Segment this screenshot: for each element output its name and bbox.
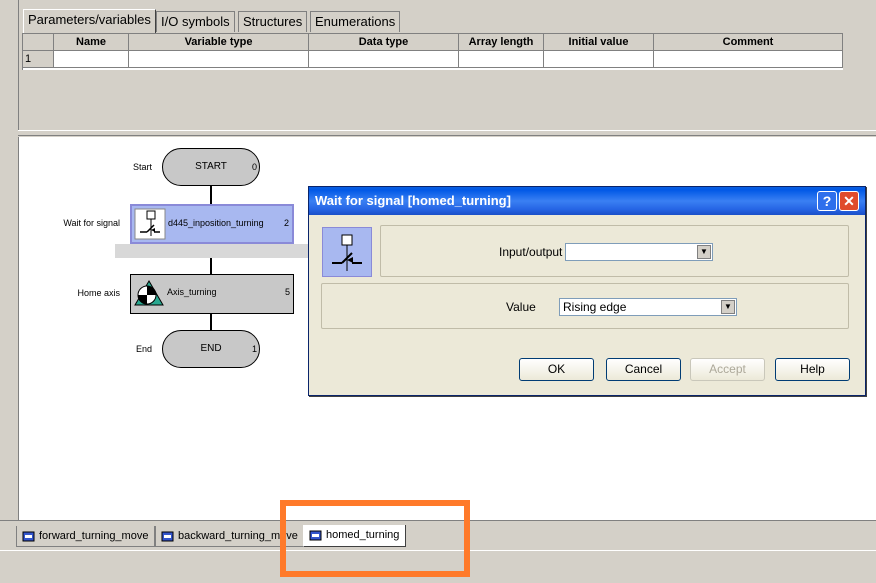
home-axis-icon: [134, 280, 164, 306]
insertion-bar: [115, 244, 315, 258]
dialog-title: Wait for signal [homed_turning]: [315, 193, 511, 208]
connector-line: [210, 186, 212, 206]
wait-step-number: 2: [283, 218, 289, 228]
wait-label: Wait for signal: [63, 218, 120, 228]
ok-button[interactable]: OK: [519, 358, 594, 381]
grid-header-initial-value[interactable]: Initial value: [544, 34, 654, 51]
value-select[interactable]: Rising edge ▼: [559, 298, 737, 316]
help-button[interactable]: Help: [775, 358, 850, 381]
grid-cell-data-type[interactable]: [309, 51, 459, 68]
grid-cell-name[interactable]: [54, 51, 129, 68]
panel-splitter[interactable]: [18, 130, 876, 136]
tab-enumerations[interactable]: Enumerations: [310, 11, 401, 32]
variables-grid[interactable]: Name Variable type Data type Array lengt…: [22, 33, 843, 70]
program-icon: [22, 531, 35, 542]
grid-header-array-length[interactable]: Array length: [459, 34, 544, 51]
home-axis-step[interactable]: Axis_turning 5: [130, 274, 294, 314]
home-label: Home axis: [77, 288, 120, 298]
grid-cell-variable-type[interactable]: [129, 51, 309, 68]
start-label: Start: [132, 162, 152, 172]
start-number: 0: [251, 162, 257, 172]
grid-header-name[interactable]: Name: [54, 34, 129, 51]
home-step-number: 5: [284, 287, 290, 297]
value-label: Value: [506, 300, 536, 314]
accept-button: Accept: [690, 358, 765, 381]
io-select[interactable]: ▼: [565, 243, 713, 261]
program-icon: [161, 531, 174, 542]
tab-parameters-variables[interactable]: Parameters/variables: [23, 9, 156, 33]
end-text: END: [200, 343, 222, 354]
grid-header-rownum: [23, 34, 54, 51]
grid-header-data-type[interactable]: Data type: [309, 34, 459, 51]
wait-for-signal-dialog: Wait for signal [homed_turning] ? ✕ Inpu…: [308, 186, 866, 396]
start-terminal[interactable]: START 0: [162, 148, 260, 186]
wait-step-text: d445_inposition_turning: [168, 218, 264, 228]
wait-for-signal-step[interactable]: d445_inposition_turning 2: [130, 204, 294, 244]
start-text: START: [195, 161, 227, 172]
tab-io-symbols[interactable]: I/O symbols: [156, 11, 235, 32]
tab-label: forward_turning_move: [39, 530, 149, 542]
signal-wait-icon: [134, 208, 166, 240]
grid-cell-array-length[interactable]: [459, 51, 544, 68]
close-icon[interactable]: ✕: [839, 191, 859, 211]
grid-cell-comment[interactable]: [654, 51, 843, 68]
signal-wait-icon: [322, 227, 372, 277]
home-step-text: Axis_turning: [167, 287, 217, 297]
chevron-down-icon[interactable]: ▼: [697, 245, 711, 259]
end-label: End: [135, 344, 152, 354]
grid-row-number: 1: [23, 51, 54, 68]
highlight-box: [280, 500, 470, 577]
value-select-value: Rising edge: [563, 300, 627, 314]
grid-header-comment[interactable]: Comment: [654, 34, 843, 51]
tab-forward-turning-move[interactable]: forward_turning_move: [16, 526, 156, 547]
chevron-down-icon[interactable]: ▼: [721, 300, 735, 314]
end-terminal[interactable]: END 1: [162, 330, 260, 368]
help-icon[interactable]: ?: [817, 191, 837, 211]
end-number: 1: [251, 344, 257, 354]
io-label: Input/output: [499, 245, 563, 259]
tab-structures[interactable]: Structures: [238, 11, 308, 32]
dialog-title-bar[interactable]: Wait for signal [homed_turning]: [309, 187, 865, 215]
cancel-button[interactable]: Cancel: [606, 358, 681, 381]
grid-cell-initial-value[interactable]: [544, 51, 654, 68]
grid-header-variable-type[interactable]: Variable type: [129, 34, 309, 51]
